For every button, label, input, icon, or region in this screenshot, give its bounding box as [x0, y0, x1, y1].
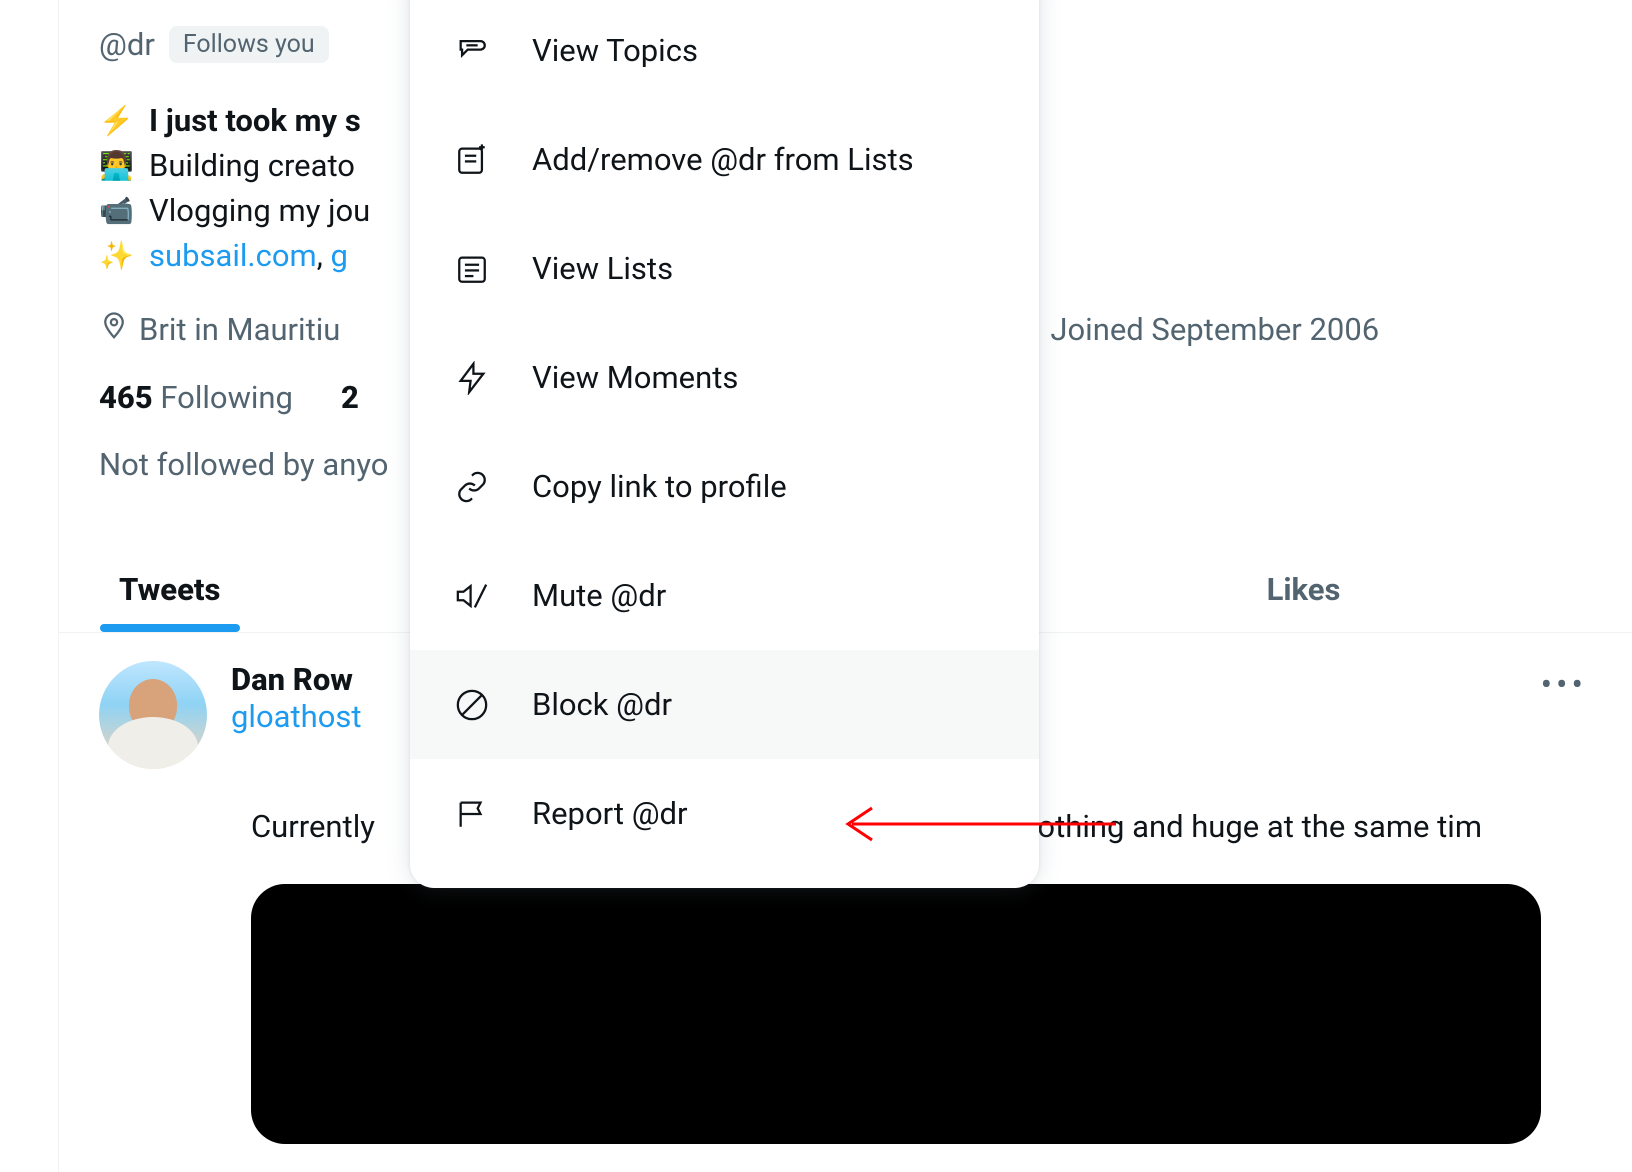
profile-handle: @dr — [99, 26, 155, 63]
joined: Joined September 2006 — [1050, 311, 1379, 348]
tweet-media[interactable] — [251, 884, 1541, 1144]
menu-mute[interactable]: Mute @dr — [410, 541, 1039, 650]
menu-report[interactable]: Report @dr — [410, 759, 1039, 868]
sparkles-icon: ✨ — [99, 236, 139, 277]
moments-icon — [454, 360, 490, 396]
location: Brit in Mauritiu — [99, 311, 340, 349]
menu-view-lists-label: View Lists — [532, 250, 673, 287]
menu-add-remove-lists[interactable]: Add/remove @dr from Lists — [410, 105, 1039, 214]
avatar[interactable] — [99, 661, 207, 769]
profile-actions-menu: View Topics Add/remove @dr from Lists Vi… — [410, 0, 1039, 888]
followers-count-partial: 2 — [341, 379, 359, 416]
camera-icon: 📹 — [99, 191, 139, 232]
tweet-body-part1: Currently — [251, 808, 375, 845]
followers-stat-partial[interactable]: 2 — [341, 379, 359, 416]
tweet-author: Dan Row gloathost — [231, 661, 362, 769]
joined-text: Joined September 2006 — [1050, 311, 1379, 348]
lightning-icon: ⚡ — [99, 101, 139, 142]
following-stat[interactable]: 465 Following — [99, 379, 293, 416]
report-icon — [454, 796, 490, 832]
author-handle[interactable]: gloathost — [231, 698, 362, 735]
menu-add-remove-lists-label: Add/remove @dr from Lists — [532, 141, 914, 178]
menu-view-moments-label: View Moments — [532, 359, 738, 396]
mute-icon — [454, 578, 490, 614]
bio-link-1[interactable]: subsail.com — [149, 237, 317, 274]
following-count: 465 — [99, 379, 153, 416]
author-name[interactable]: Dan Row — [231, 661, 362, 698]
tab-likes[interactable]: Likes — [1207, 571, 1401, 632]
bio-link-2[interactable]: g — [331, 237, 348, 274]
location-icon — [99, 311, 129, 349]
topics-icon — [454, 33, 490, 69]
list-icon — [454, 251, 490, 287]
bio-line-3: Vlogging my jou — [149, 189, 370, 234]
link-icon — [454, 469, 490, 505]
bio-line-2: Building creato — [149, 144, 355, 189]
tab-tweets[interactable]: Tweets — [59, 571, 280, 632]
menu-mute-label: Mute @dr — [532, 577, 666, 614]
menu-view-topics[interactable]: View Topics — [410, 0, 1039, 105]
tweet-body-part2: nothing and huge at the same tim — [1020, 808, 1482, 845]
tweet-more-button[interactable]: ••• — [1541, 665, 1587, 705]
technologist-icon: 👨‍💻 — [99, 146, 139, 187]
location-text: Brit in Mauritiu — [139, 311, 340, 348]
menu-view-topics-label: View Topics — [532, 32, 698, 69]
menu-block[interactable]: Block @dr — [410, 650, 1039, 759]
menu-copy-link[interactable]: Copy link to profile — [410, 432, 1039, 541]
bio-line-1: I just took my s — [149, 99, 361, 144]
block-icon — [454, 687, 490, 723]
bio-sep: , — [317, 237, 331, 274]
follows-you-badge: Follows you — [169, 26, 329, 63]
menu-report-label: Report @dr — [532, 795, 688, 832]
list-add-icon — [454, 142, 490, 178]
menu-copy-link-label: Copy link to profile — [532, 468, 787, 505]
following-label: Following — [160, 379, 293, 416]
menu-view-lists[interactable]: View Lists — [410, 214, 1039, 323]
menu-view-moments[interactable]: View Moments — [410, 323, 1039, 432]
menu-block-label: Block @dr — [532, 686, 672, 723]
